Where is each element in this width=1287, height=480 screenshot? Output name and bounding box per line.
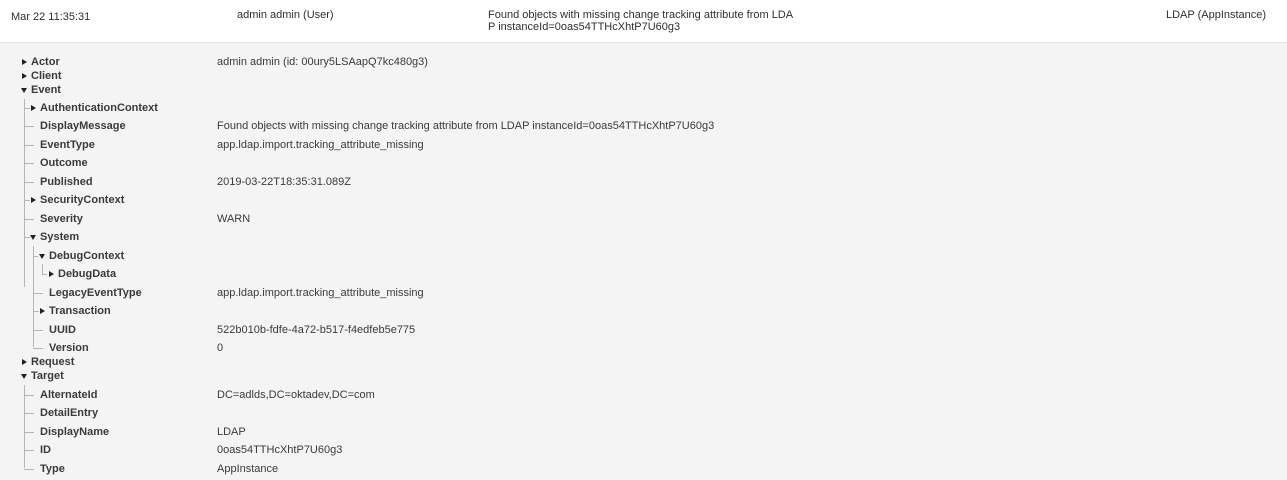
expand-triangle-icon[interactable]	[31, 105, 36, 111]
tree-node-security-context[interactable]: SecurityContext	[0, 191, 1287, 209]
expand-triangle-icon[interactable]	[40, 308, 45, 314]
tree-node-type[interactable]: Type AppInstance	[0, 460, 1287, 478]
tree-line	[24, 145, 34, 146]
node-label: ID	[40, 444, 51, 456]
expand-triangle-icon[interactable]	[22, 59, 27, 65]
tree-node-legacy-event-type[interactable]: LegacyEventType app.ldap.import.tracking…	[0, 284, 1287, 302]
node-value: WARN	[217, 213, 251, 225]
tree-node-debug-context[interactable]: DebugContext	[0, 247, 1287, 265]
collapse-triangle-icon[interactable]	[30, 235, 36, 240]
event-detail-tree: Actor admin admin (id: 00ury5LSAapQ7kc48…	[0, 43, 1287, 480]
tree-node-outcome[interactable]: Outcome	[0, 154, 1287, 172]
node-label: DetailEntry	[40, 407, 99, 419]
tree-node-published[interactable]: Published 2019-03-22T18:35:31.089Z	[0, 173, 1287, 191]
tree-node-event[interactable]: Event	[0, 81, 1287, 99]
tree-node-debug-data[interactable]: DebugData	[0, 265, 1287, 283]
node-label: EventType	[40, 139, 95, 151]
tree-line	[24, 163, 34, 164]
node-label: DebugContext	[49, 250, 125, 262]
collapse-triangle-icon[interactable]	[21, 374, 27, 379]
tree-node-uuid[interactable]: UUID 522b010b-fdfe-4a72-b517-f4edfeb5e77…	[0, 321, 1287, 339]
node-label: Outcome	[40, 157, 88, 169]
tree-node-alternate-id[interactable]: AlternateId DC=adlds,DC=oktadev,DC=com	[0, 386, 1287, 404]
collapse-triangle-icon[interactable]	[39, 254, 45, 259]
tree-node-system[interactable]: System	[0, 228, 1287, 246]
tree-line	[42, 274, 47, 275]
node-value: 0oas54TTHcXhtP7U60g3	[217, 444, 343, 456]
node-label: AlternateId	[40, 389, 98, 401]
tree-line	[24, 469, 34, 470]
node-label: Event	[31, 84, 61, 96]
node-label: DisplayMessage	[40, 120, 126, 132]
node-label: Type	[40, 463, 65, 475]
tree-line	[33, 348, 43, 349]
tree-line	[24, 432, 34, 433]
node-value: AppInstance	[217, 463, 279, 475]
tree-node-transaction[interactable]: Transaction	[0, 302, 1287, 320]
node-value: 2019-03-22T18:35:31.089Z	[217, 176, 351, 188]
node-value: app.ldap.import.tracking_attribute_missi…	[217, 139, 424, 151]
node-label: Severity	[40, 213, 83, 225]
tree-node-authentication-context[interactable]: AuthenticationContext	[0, 99, 1287, 117]
node-label: System	[40, 231, 80, 243]
log-entry-header[interactable]: Mar 22 11:35:31 admin admin (User) Found…	[0, 0, 1287, 43]
tree-node-event-type[interactable]: EventType app.ldap.import.tracking_attri…	[0, 136, 1287, 154]
node-value: DC=adlds,DC=oktadev,DC=com	[217, 389, 375, 401]
tree-line	[24, 413, 34, 414]
tree-node-display-name[interactable]: DisplayName LDAP	[0, 423, 1287, 441]
node-label: Target	[31, 370, 64, 382]
tree-node-display-message[interactable]: DisplayMessage Found objects with missin…	[0, 117, 1287, 135]
node-label: DisplayName	[40, 426, 110, 438]
node-value: app.ldap.import.tracking_attribute_missi…	[217, 287, 424, 299]
event-actor: admin admin (User)	[237, 9, 334, 21]
node-label: Transaction	[49, 305, 111, 317]
collapse-triangle-icon[interactable]	[21, 88, 27, 93]
node-value: 522b010b-fdfe-4a72-b517-f4edfeb5e775	[217, 324, 416, 336]
tree-node-severity[interactable]: Severity WARN	[0, 210, 1287, 228]
tree-line	[24, 395, 34, 396]
tree-line	[33, 256, 38, 257]
expand-triangle-icon[interactable]	[22, 73, 27, 79]
event-target: LDAP (AppInstance)	[1166, 9, 1267, 21]
tree-node-id[interactable]: ID 0oas54TTHcXhtP7U60g3	[0, 441, 1287, 459]
tree-line	[33, 311, 39, 312]
expand-triangle-icon[interactable]	[31, 197, 36, 203]
tree-line	[24, 200, 30, 201]
tree-node-target[interactable]: Target	[0, 367, 1287, 385]
tree-line	[33, 293, 43, 294]
node-label: Published	[40, 176, 93, 188]
expand-triangle-icon[interactable]	[49, 271, 54, 277]
tree-line	[24, 450, 34, 451]
tree-line	[24, 182, 34, 183]
node-label: DebugData	[58, 268, 117, 280]
tree-line	[33, 330, 43, 331]
tree-line	[24, 108, 30, 109]
node-label: SecurityContext	[40, 194, 125, 206]
node-label: LegacyEventType	[49, 287, 142, 299]
event-time: Mar 22 11:35:31	[11, 11, 91, 23]
expand-triangle-icon[interactable]	[22, 359, 27, 365]
node-value: Found objects with missing change tracki…	[217, 120, 715, 132]
tree-node-detail-entry[interactable]: DetailEntry	[0, 404, 1287, 422]
event-message: Found objects with missing change tracki…	[488, 9, 794, 33]
node-label: AuthenticationContext	[40, 102, 158, 114]
node-value: LDAP	[217, 426, 246, 438]
node-label: UUID	[49, 324, 76, 336]
tree-line	[24, 219, 34, 220]
tree-line	[24, 126, 34, 127]
